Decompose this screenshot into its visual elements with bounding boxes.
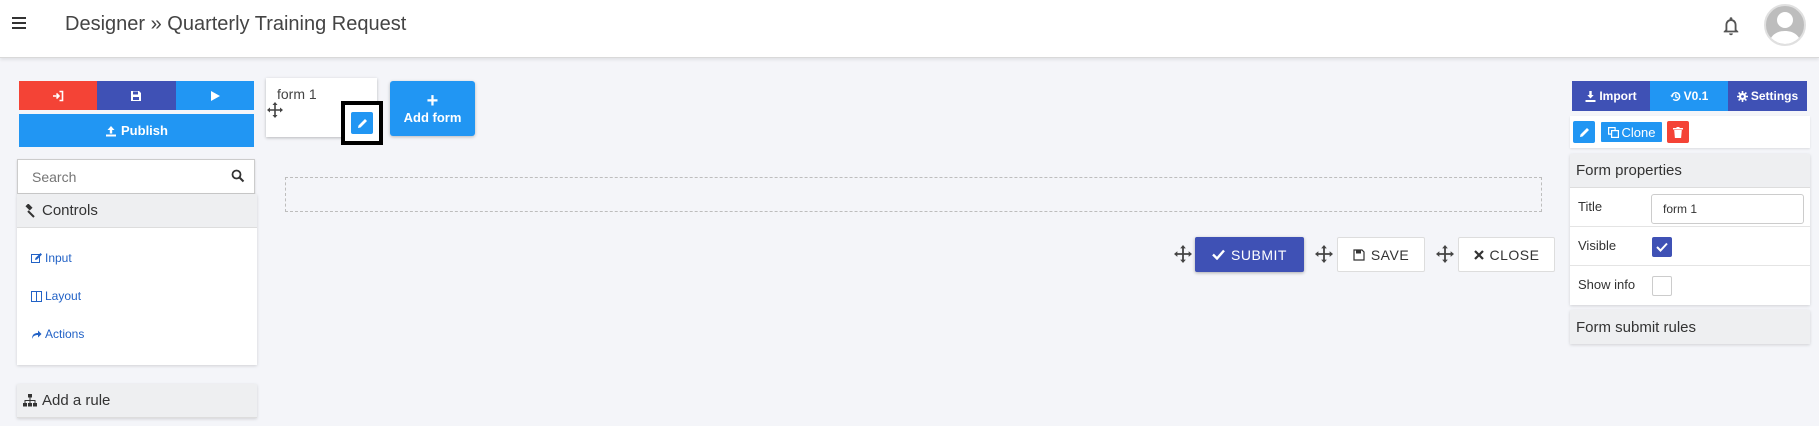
clone-button[interactable]: Clone	[1600, 121, 1663, 143]
move-icon[interactable]	[1436, 245, 1454, 263]
upload-icon	[106, 125, 117, 136]
plus-icon: +	[426, 90, 439, 112]
visible-property-row: Visible	[1570, 227, 1810, 266]
left-panel: Publish Controls Input Layout Actions	[17, 81, 257, 418]
check-icon	[1212, 249, 1225, 260]
copy-icon	[1607, 126, 1619, 138]
control-input-label: Input	[45, 251, 72, 265]
form-properties-title[interactable]: Form properties	[1570, 154, 1810, 188]
add-rule-label: Add a rule	[42, 392, 111, 409]
move-icon[interactable]	[1174, 245, 1192, 263]
add-rule-header[interactable]: Add a rule	[17, 384, 257, 418]
control-layout[interactable]: Layout	[17, 277, 257, 315]
controls-title: Controls	[42, 202, 98, 219]
columns-icon	[31, 290, 42, 302]
visible-label: Visible	[1578, 238, 1617, 253]
history-icon	[1669, 91, 1680, 101]
publish-label: Publish	[121, 123, 168, 138]
control-actions-label: Actions	[45, 327, 85, 341]
check-icon	[1656, 242, 1668, 252]
title-label: Title	[1578, 199, 1603, 214]
edit-form-highlight	[341, 101, 383, 145]
pencil-icon	[357, 118, 367, 128]
form-submit-rules-header[interactable]: Form submit rules	[1570, 310, 1810, 344]
save-button[interactable]: SAVE	[1337, 237, 1425, 272]
title-property-row: Title	[1570, 188, 1810, 227]
settings-label: Settings	[1750, 89, 1799, 103]
submit-label: SUBMIT	[1231, 246, 1287, 263]
visible-checkbox[interactable]	[1652, 237, 1672, 257]
sitemap-icon	[23, 394, 37, 407]
top-bar: Designer » Quarterly Training Request	[0, 0, 1819, 58]
form-tab-label: form 1	[277, 86, 317, 102]
close-button[interactable]: CLOSE	[1458, 237, 1555, 272]
form-drop-zone[interactable]	[285, 177, 1542, 212]
version-label: V0.1	[1683, 89, 1709, 103]
control-input[interactable]: Input	[17, 239, 257, 277]
edit-form-button[interactable]	[351, 112, 373, 134]
show-info-property-row: Show info	[1570, 266, 1810, 305]
submit-button[interactable]: SUBMIT	[1195, 237, 1304, 272]
import-label: Import	[1599, 89, 1637, 103]
designer-toolbar	[19, 81, 254, 110]
gavel-icon	[25, 203, 35, 218]
move-icon[interactable]	[1315, 245, 1333, 263]
title-input[interactable]	[1651, 194, 1804, 224]
search-icon[interactable]	[231, 169, 245, 183]
save-icon	[1353, 248, 1365, 261]
add-form-button[interactable]: + Add form	[390, 81, 475, 136]
hamburger-icon[interactable]	[12, 17, 26, 31]
close-icon	[1473, 249, 1484, 260]
right-panel: Import V0.1 Settings Clone Form properti…	[1570, 81, 1810, 344]
element-tools: Clone	[1570, 116, 1810, 148]
control-layout-label: Layout	[45, 289, 82, 303]
right-toolbar: Import V0.1 Settings	[1572, 81, 1809, 111]
rules-panel: Add a rule	[17, 384, 257, 418]
add-form-label: Add form	[403, 110, 462, 125]
close-label: CLOSE	[1489, 246, 1540, 263]
share-icon	[32, 330, 42, 339]
download-icon	[1585, 90, 1596, 102]
import-button[interactable]: Import	[1572, 81, 1650, 111]
delete-button[interactable]	[1667, 121, 1689, 143]
run-button[interactable]	[175, 81, 254, 110]
form-properties-panel: Form properties Title Visible Show info	[1570, 154, 1810, 305]
gear-icon	[1736, 90, 1748, 102]
exit-button[interactable]	[19, 81, 98, 110]
publish-button[interactable]: Publish	[19, 114, 254, 147]
save-label: SAVE	[1370, 246, 1410, 263]
save-designer-button[interactable]	[97, 81, 176, 110]
move-icon[interactable]	[267, 102, 283, 118]
controls-panel: Controls Input Layout Actions	[17, 194, 257, 365]
search-box	[17, 159, 255, 194]
exit-icon	[53, 90, 64, 101]
settings-button[interactable]: Settings	[1728, 81, 1807, 111]
user-avatar[interactable]	[1764, 4, 1806, 46]
trash-icon	[1673, 126, 1683, 138]
bell-icon[interactable]	[1720, 15, 1742, 37]
show-info-label: Show info	[1578, 277, 1636, 292]
clone-label: Clone	[1621, 124, 1656, 140]
show-info-checkbox[interactable]	[1652, 276, 1672, 296]
play-icon	[210, 90, 220, 101]
page-title: Designer » Quarterly Training Request	[65, 13, 407, 35]
edit-button[interactable]	[1573, 121, 1595, 143]
save-icon	[131, 90, 142, 101]
pencil-icon	[1579, 127, 1589, 137]
control-actions[interactable]: Actions	[17, 315, 257, 353]
version-button[interactable]: V0.1	[1650, 81, 1728, 111]
search-input[interactable]	[18, 160, 218, 193]
edit-icon	[31, 252, 42, 263]
controls-header[interactable]: Controls	[17, 194, 257, 228]
